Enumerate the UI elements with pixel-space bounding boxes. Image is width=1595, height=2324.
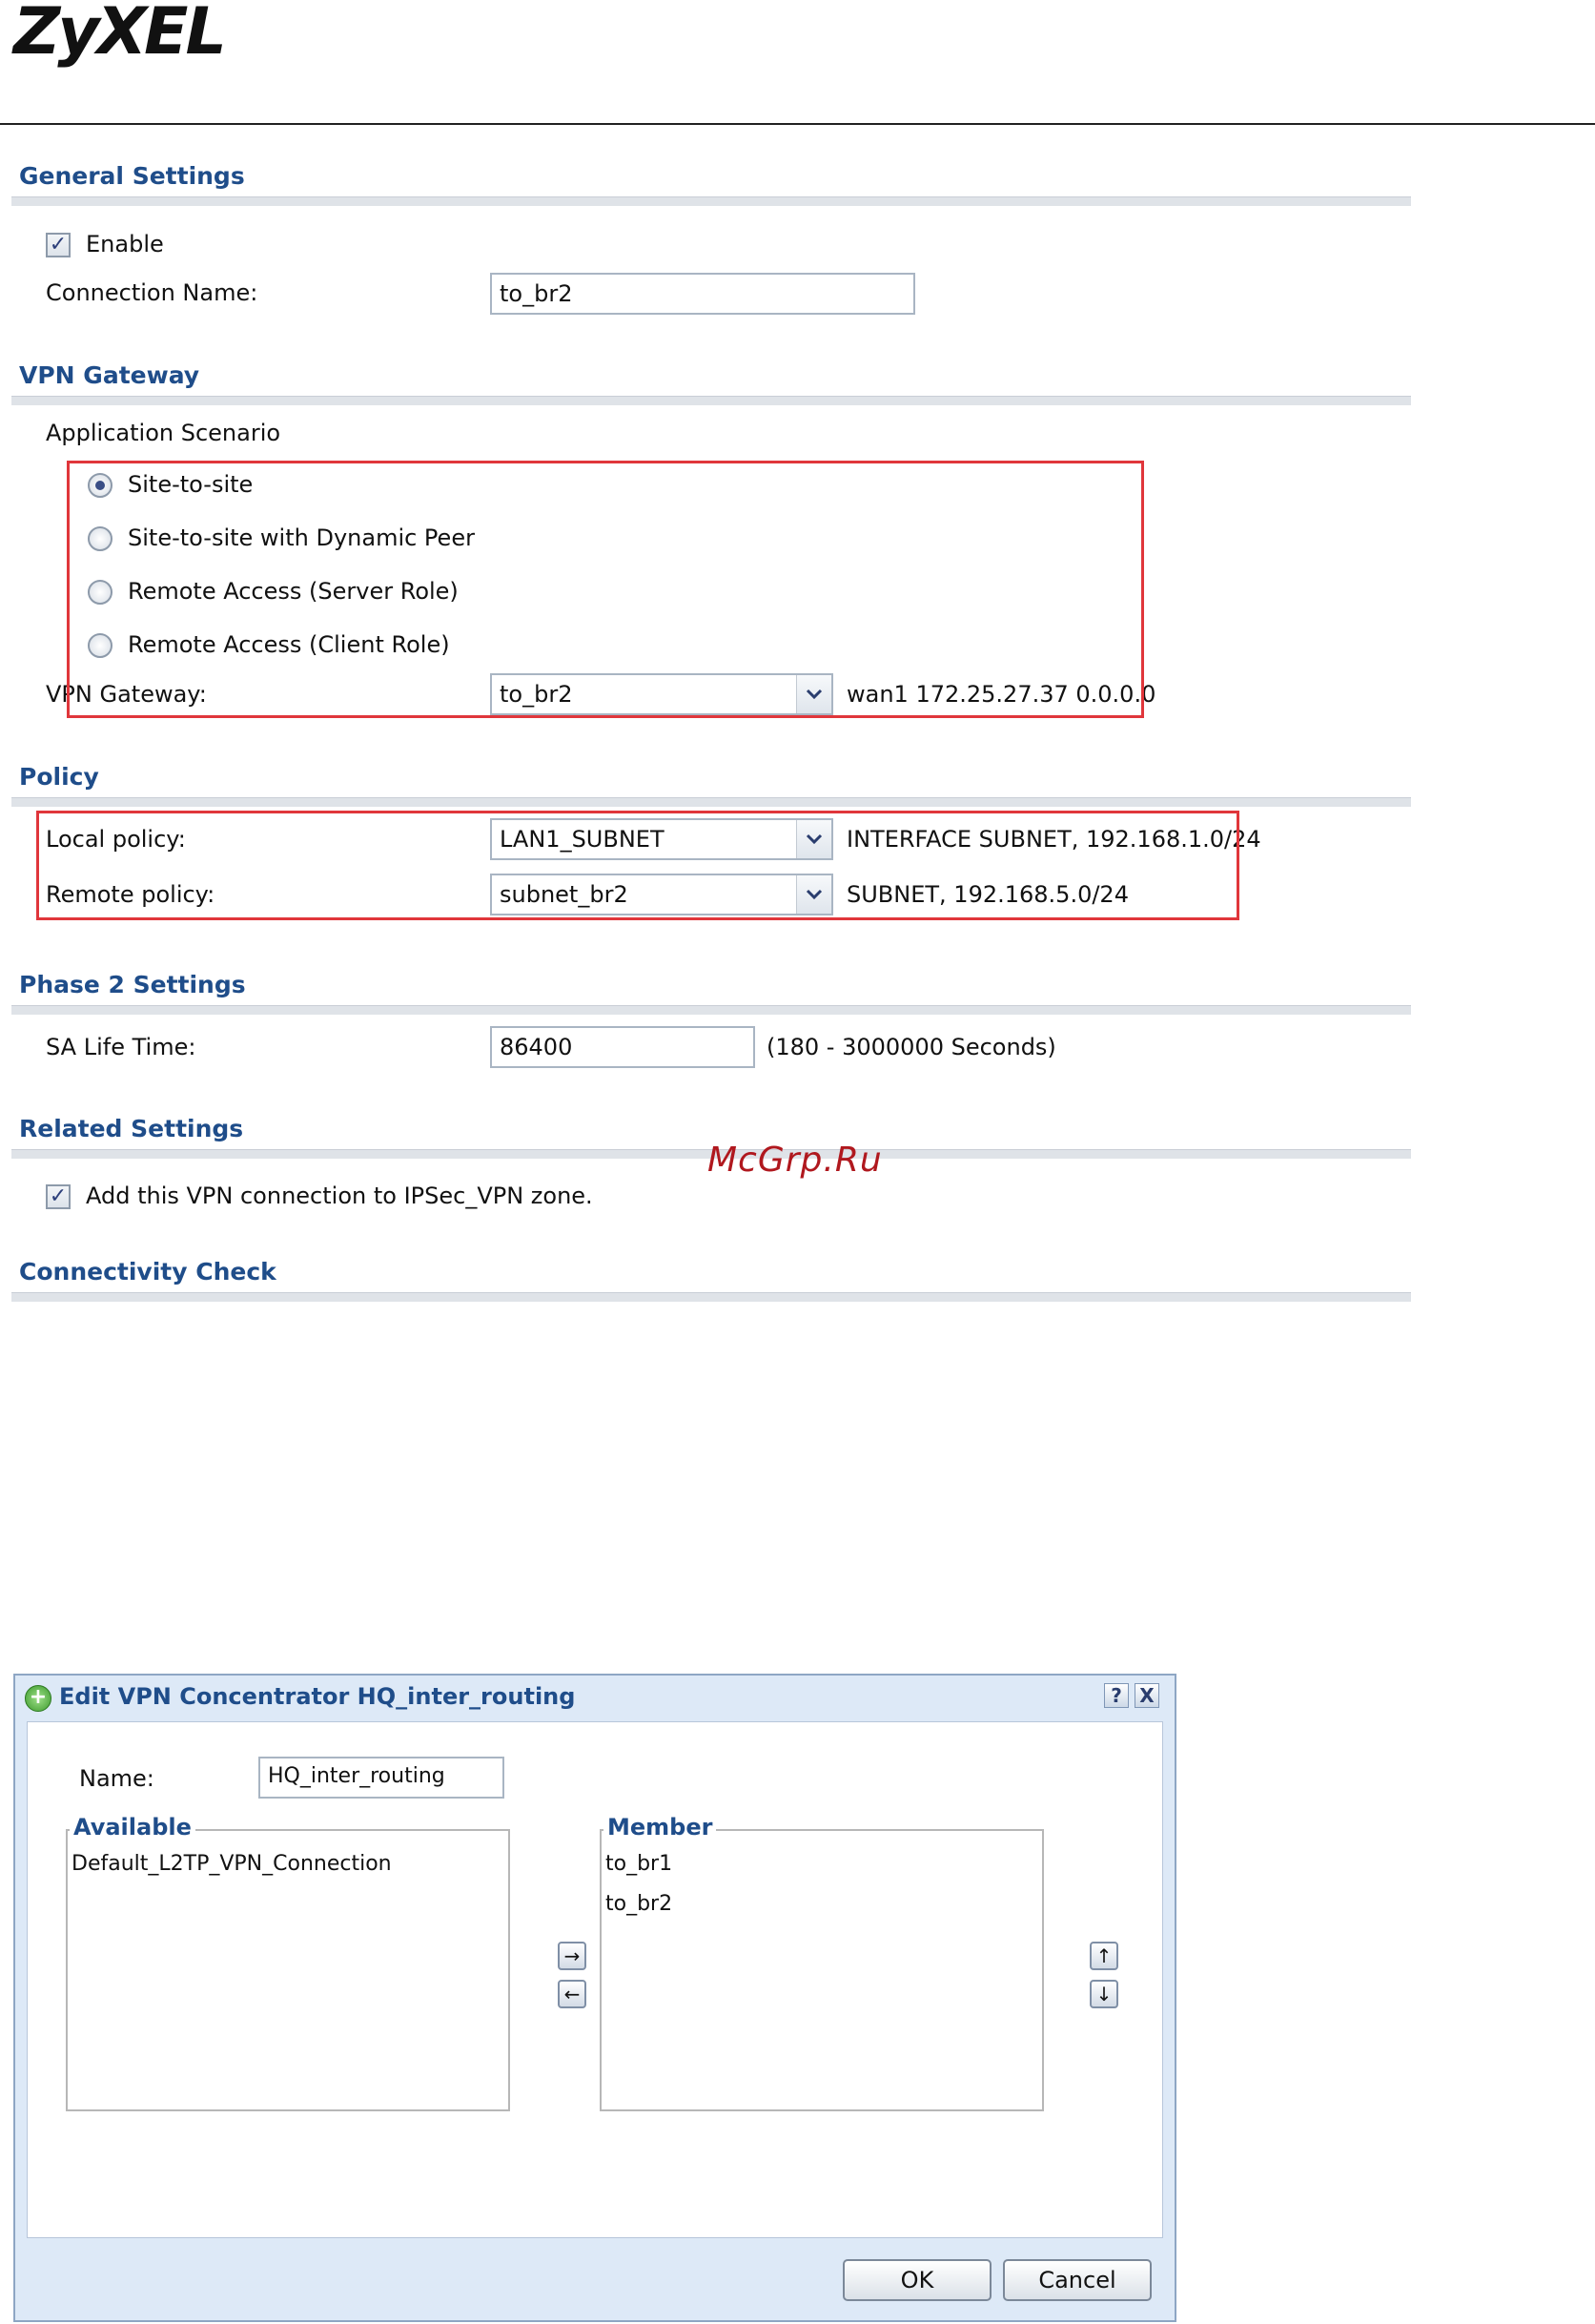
enable-label: Enable <box>86 231 164 257</box>
dialog-title: Edit VPN Concentrator HQ_inter_routing <box>59 1683 576 1710</box>
arrow-up-icon[interactable]: ↑ <box>1090 1942 1118 1970</box>
cancel-button[interactable]: Cancel <box>1003 2259 1152 2301</box>
name-label: Name: <box>79 1765 154 1792</box>
section-divider <box>11 1005 1411 1015</box>
section-divider <box>11 396 1411 405</box>
section-title-policy: Policy <box>19 763 99 791</box>
member-legend: Member <box>603 1814 717 1841</box>
header-divider <box>0 123 1595 125</box>
sa-life-time-field[interactable]: 86400 <box>490 1026 755 1068</box>
arrow-left-icon[interactable]: ← <box>558 1980 586 2008</box>
enable-checkbox[interactable]: ✓ <box>46 233 71 257</box>
edit-vpn-concentrator-dialog: + Edit VPN Concentrator HQ_inter_routing… <box>13 1674 1176 2322</box>
section-divider <box>11 196 1411 206</box>
sa-life-time-label: SA Life Time: <box>46 1034 196 1060</box>
connection-name-label: Connection Name: <box>46 279 258 306</box>
list-item[interactable]: to_br1 <box>605 1852 672 1876</box>
highlight-box-scenario <box>67 461 1144 718</box>
section-divider <box>11 1292 1411 1302</box>
dialog-body: Name: HQ_inter_routing Default_L2TP_VPN_… <box>27 1721 1163 2238</box>
highlight-box-policy <box>36 811 1239 920</box>
arrow-down-icon[interactable]: ↓ <box>1090 1980 1118 2008</box>
section-title-phase2: Phase 2 Settings <box>19 971 246 998</box>
close-icon[interactable]: X <box>1135 1683 1159 1708</box>
arrow-right-icon[interactable]: → <box>558 1942 586 1970</box>
sa-life-time-hint: (180 - 3000000 Seconds) <box>767 1034 1056 1060</box>
member-list[interactable]: to_br1 to_br2 <box>600 1829 1044 2111</box>
list-item[interactable]: to_br2 <box>605 1892 672 1916</box>
ok-button[interactable]: OK <box>843 2259 992 2301</box>
ipsec-zone-checkbox[interactable]: ✓ <box>46 1184 71 1209</box>
available-legend: Available <box>70 1814 195 1841</box>
help-icon[interactable]: ? <box>1104 1683 1129 1708</box>
zyxel-logo: ZyXEL <box>13 0 227 70</box>
section-title-connectivity: Connectivity Check <box>19 1258 276 1285</box>
watermark: McGrp.Ru <box>707 1141 883 1180</box>
name-field[interactable]: HQ_inter_routing <box>258 1757 504 1799</box>
section-title-vpn-gateway: VPN Gateway <box>19 361 200 389</box>
section-title-related: Related Settings <box>19 1115 244 1142</box>
ipsec-zone-label: Add this VPN connection to IPSec_VPN zon… <box>86 1183 593 1209</box>
list-item[interactable]: Default_L2TP_VPN_Connection <box>72 1852 392 1876</box>
available-list[interactable]: Default_L2TP_VPN_Connection <box>66 1829 510 2111</box>
application-scenario-label: Application Scenario <box>46 420 281 446</box>
section-divider <box>11 797 1411 807</box>
section-title-general: General Settings <box>19 162 245 190</box>
add-icon: + <box>25 1685 51 1712</box>
connection-name-field[interactable]: to_br2 <box>490 273 915 315</box>
